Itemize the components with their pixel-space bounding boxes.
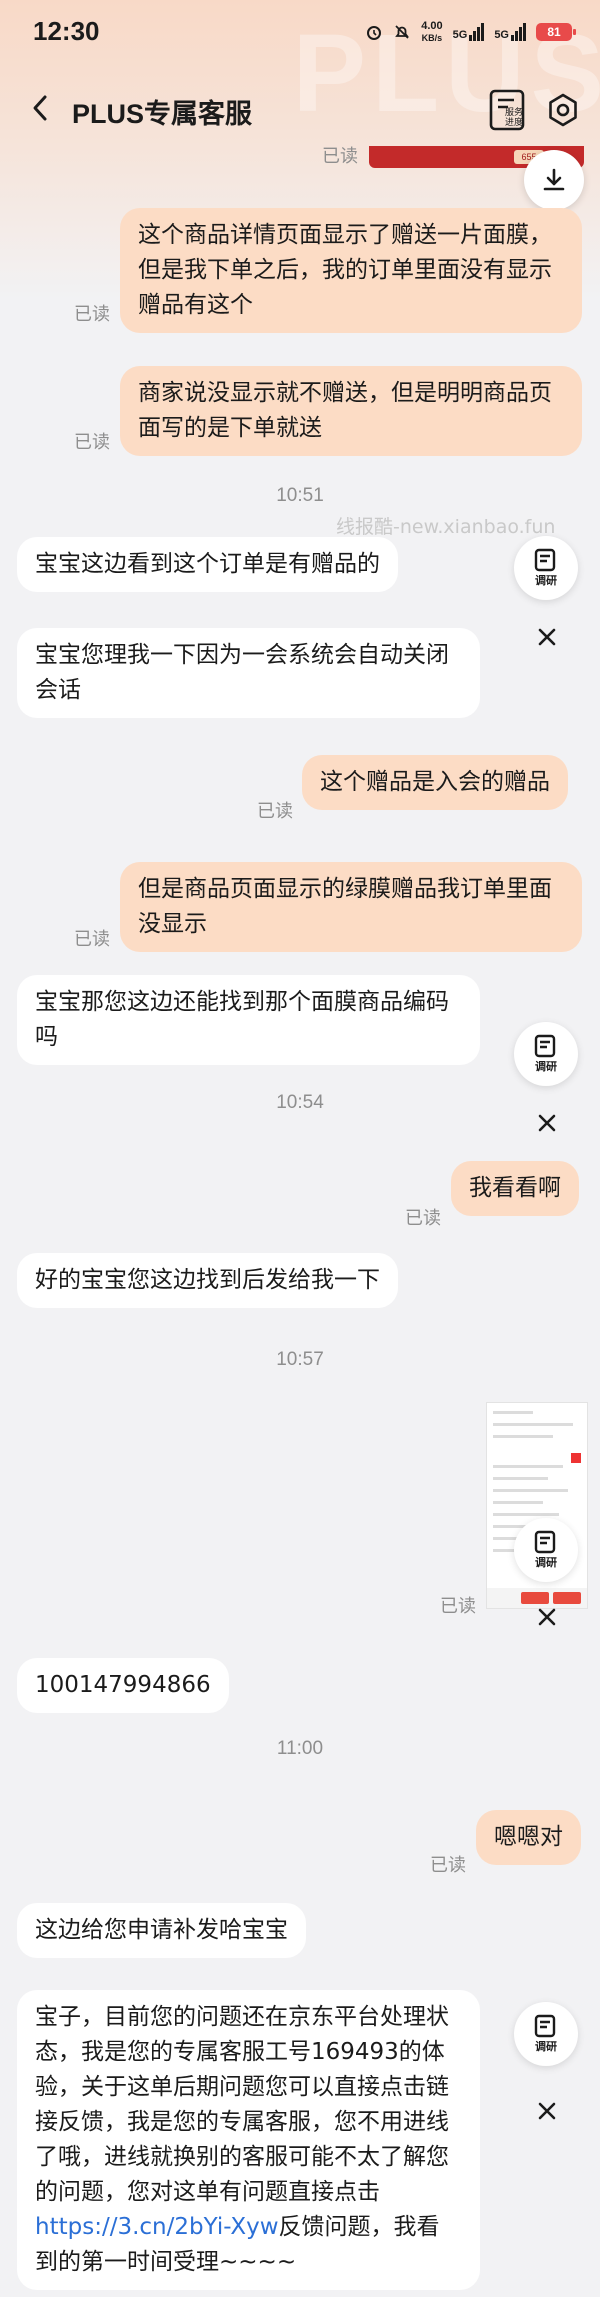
- signal-2: 5G: [494, 23, 526, 41]
- chat-bubble-agent: 这边给您申请补发哈宝宝: [17, 1903, 306, 1958]
- chat-bubble-agent: 100147994866: [17, 1658, 229, 1713]
- net-speed: 4.00 KB/s: [421, 20, 443, 43]
- chat-bubble-agent: 宝宝那您这边还能找到那个面膜商品编码吗: [17, 975, 480, 1065]
- chat-bubble-mine: 这个赠品是入会的赠品: [302, 755, 568, 810]
- read-status: 已读: [257, 801, 293, 822]
- chat-bubble-agent: 宝宝您理我一下因为一会系统会自动关闭会话: [17, 628, 480, 718]
- timestamp: 10:54: [276, 1092, 324, 1113]
- close-icon[interactable]: [535, 1111, 559, 1135]
- feedback-link[interactable]: https://3.cn/2bYi-Xyw: [35, 2214, 279, 2240]
- read-status: 已读: [405, 1208, 441, 1229]
- service-progress-label[interactable]: 服务进度: [502, 108, 526, 128]
- chat-bubble-agent: 宝子，目前您的问题还在京东平台处理状态，我是您的专属客服工号169493的体验，…: [17, 1990, 480, 2290]
- status-time: 12:30: [33, 16, 100, 46]
- alarm-icon: [367, 26, 382, 40]
- close-icon[interactable]: [535, 1605, 559, 1629]
- survey-icon: [534, 2014, 556, 2038]
- chat-bubble-mine: 商家说没显示就不赠送，但是明明商品页面写的是下单就送: [120, 366, 582, 456]
- timestamp: 10:51: [276, 485, 324, 506]
- close-icon[interactable]: [535, 625, 559, 649]
- read-status: 已读: [74, 432, 110, 453]
- signal-1: 5G: [453, 23, 485, 41]
- survey-button[interactable]: 调研: [514, 2002, 578, 2066]
- read-status: 已读: [322, 146, 358, 167]
- close-icon[interactable]: [535, 2099, 559, 2123]
- read-status: 已读: [440, 1596, 476, 1617]
- survey-icon: [534, 1034, 556, 1058]
- chat-bubble-mine: 我看看啊: [451, 1161, 579, 1216]
- chat-bubble-mine: 嗯嗯对: [476, 1810, 581, 1865]
- back-arrow-icon[interactable]: [26, 93, 56, 123]
- chat-bubble-mine: 但是商品页面显示的绿膜赠品我订单里面没显示: [120, 862, 582, 952]
- download-icon: [543, 168, 565, 191]
- survey-icon: [534, 548, 556, 572]
- survey-button[interactable]: 调研: [514, 1518, 578, 1582]
- site-watermark: 线报酷-new.xianbao.fun: [336, 516, 556, 538]
- download-button[interactable]: [524, 150, 584, 210]
- page-title: PLUS专属客服: [72, 99, 253, 129]
- status-bar: 12:30 4.00 KB/s 5G 5G 81: [0, 0, 600, 64]
- timestamp: 11:00: [276, 1738, 324, 1759]
- survey-icon: [534, 1530, 556, 1554]
- read-status: 已读: [74, 304, 110, 325]
- message-text: 宝子，目前您的问题还在京东平台处理状态，我是您的专属客服工号169493的体验，…: [35, 2004, 449, 2205]
- mute-bell-icon: [395, 25, 410, 39]
- read-status: 已读: [74, 929, 110, 950]
- survey-button[interactable]: 调研: [514, 536, 578, 600]
- settings-icon[interactable]: [545, 92, 581, 128]
- battery-icon: 81: [536, 23, 576, 41]
- survey-button[interactable]: 调研: [514, 1022, 578, 1086]
- chat-bubble-mine: 这个商品详情页面显示了赠送一片面膜，但是我下单之后，我的订单里面没有显示赠品有这…: [120, 208, 582, 333]
- timestamp: 10:57: [276, 1349, 324, 1370]
- status-icons: 4.00 KB/s 5G 5G 81: [365, 20, 576, 44]
- nav-bar: PLUS专属客服 服务进度: [0, 76, 600, 140]
- chat-bubble-agent: 好的宝宝您这边找到后发给我一下: [17, 1253, 398, 1308]
- chat-bubble-agent: 宝宝这边看到这个订单是有赠品的: [17, 537, 398, 592]
- read-status: 已读: [430, 1855, 466, 1876]
